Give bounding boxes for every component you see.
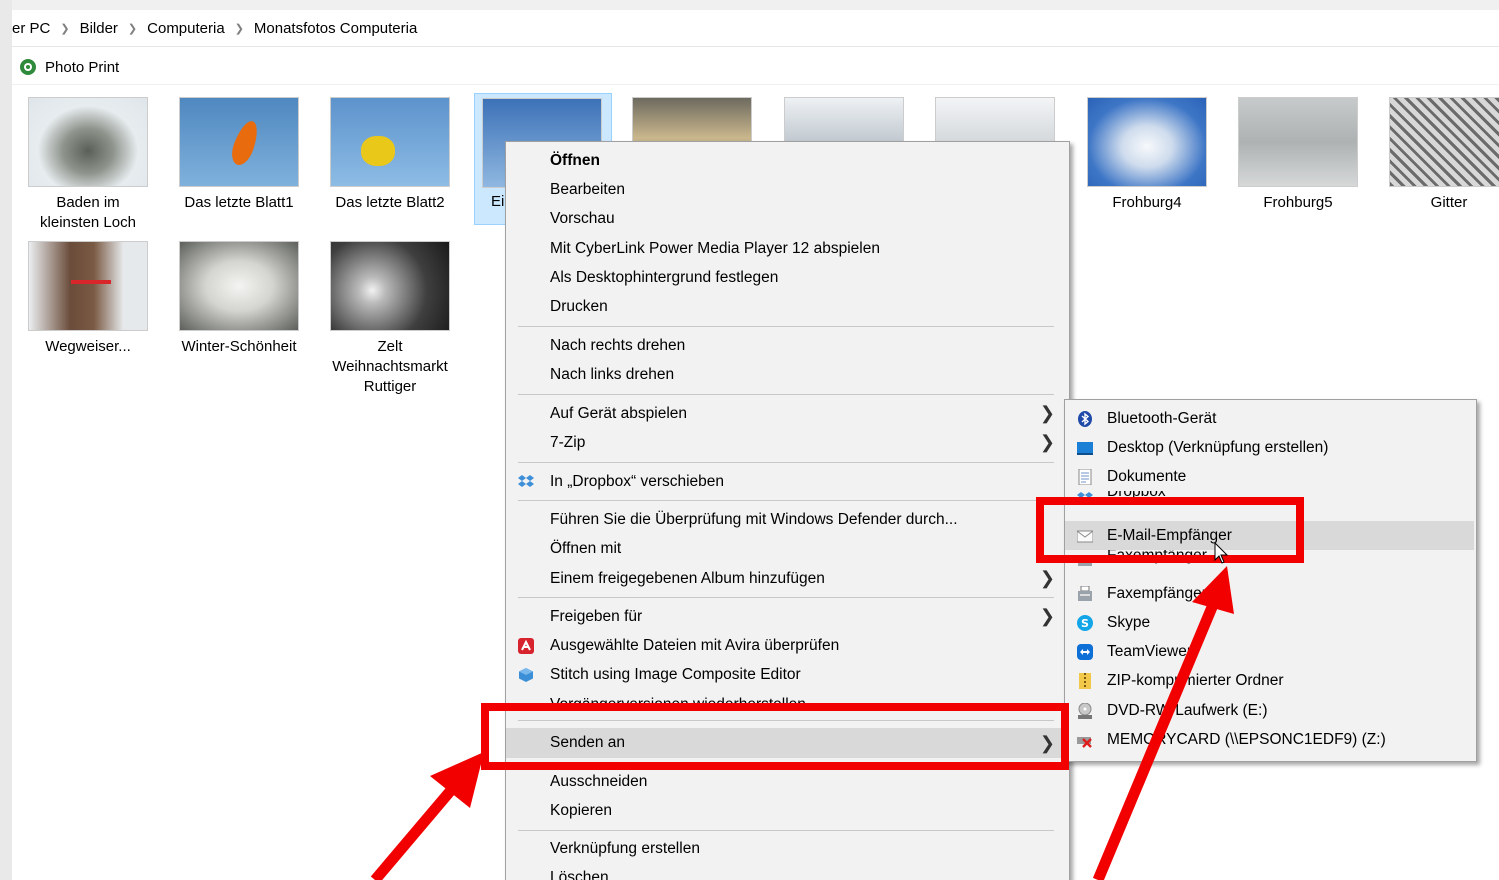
annotation-arrows (370, 541, 1234, 880)
explorer-window: er PC ❯ Bilder ❯ Computeria ❯ Monatsfoto… (0, 0, 1499, 880)
arrow-to-email-recipient (1092, 566, 1234, 880)
arrow-to-send-to (370, 752, 484, 880)
mouse-cursor-icon (1214, 541, 1229, 564)
